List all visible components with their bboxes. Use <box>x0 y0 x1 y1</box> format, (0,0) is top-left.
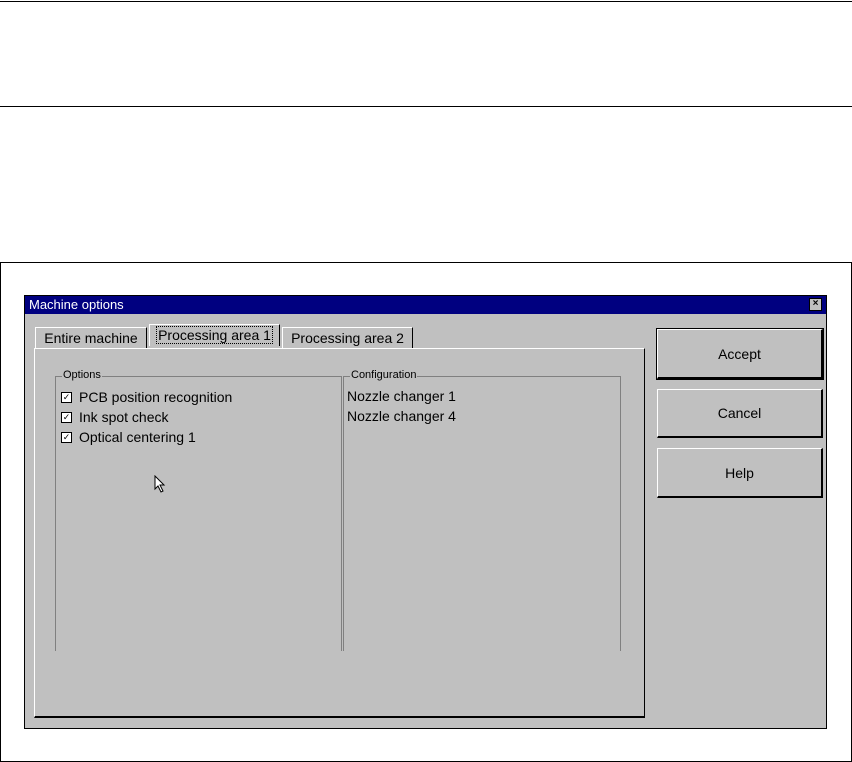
accept-button[interactable]: Accept <box>656 328 824 380</box>
options-group-label: Options <box>62 369 102 382</box>
checkbox-checked-icon[interactable]: ✓ <box>61 411 72 423</box>
configuration-group: Configuration Nozzle changer 1 Nozzle ch… <box>343 369 621 651</box>
configuration-group-label: Configuration <box>350 369 418 382</box>
checkbox-checked-icon[interactable]: ✓ <box>61 431 72 443</box>
option-ink-spot-check[interactable]: ✓ Ink spot check <box>61 409 169 425</box>
dialog-title: Machine options <box>29 297 124 312</box>
tab-label: Processing area 2 <box>291 330 404 346</box>
top-rule <box>0 1 852 2</box>
tab-label: Processing area 1 <box>156 326 273 344</box>
screenshot-frame: Machine options × Entire machine Process… <box>0 262 852 762</box>
option-label: Ink spot check <box>79 409 169 425</box>
option-label: Optical centering 1 <box>79 429 196 445</box>
cancel-button[interactable]: Cancel <box>657 389 823 438</box>
config-item: Nozzle changer 1 <box>347 388 456 404</box>
accept-button-label: Accept <box>718 346 761 362</box>
close-button[interactable]: × <box>809 298 822 311</box>
dialog-titlebar: Machine options × <box>25 296 826 314</box>
checkbox-checked-icon[interactable]: ✓ <box>61 391 72 403</box>
tab-label: Entire machine <box>44 330 138 346</box>
tab-processing-area-1[interactable]: Processing area 1 <box>149 324 280 346</box>
option-optical-centering-1[interactable]: ✓ Optical centering 1 <box>61 429 196 445</box>
close-icon: × <box>812 298 819 309</box>
options-group: Options ✓ PCB position recognition ✓ Ink… <box>55 369 342 651</box>
second-rule <box>0 106 852 107</box>
tab-panel: Options ✓ PCB position recognition ✓ Ink… <box>34 348 645 718</box>
help-button[interactable]: Help <box>657 448 823 498</box>
mouse-pointer-icon <box>154 475 166 493</box>
option-label: PCB position recognition <box>79 389 233 405</box>
help-button-label: Help <box>725 465 754 481</box>
machine-options-dialog: Machine options × Entire machine Process… <box>24 295 827 729</box>
tab-processing-area-2[interactable]: Processing area 2 <box>282 327 413 348</box>
cancel-button-label: Cancel <box>717 405 762 421</box>
config-item: Nozzle changer 4 <box>347 408 456 424</box>
tab-entire-machine[interactable]: Entire machine <box>35 327 147 348</box>
option-pcb-position-recognition[interactable]: ✓ PCB position recognition <box>61 389 232 405</box>
